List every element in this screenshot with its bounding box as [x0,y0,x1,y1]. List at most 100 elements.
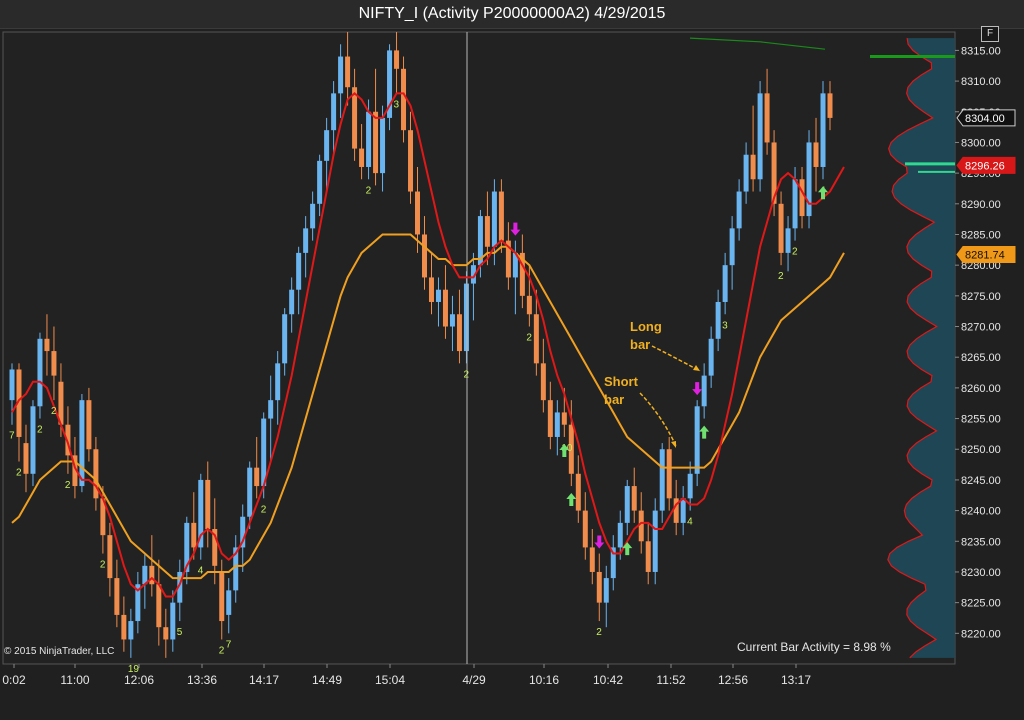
candle-body[interactable] [86,400,92,450]
candle-body[interactable] [463,283,469,352]
candle-body[interactable] [778,203,784,253]
candle-body[interactable] [226,590,232,615]
candle-body[interactable] [303,228,309,253]
candle-body[interactable] [428,277,434,302]
candle-body[interactable] [806,142,812,217]
count-label: 2 [778,271,784,282]
candle-body[interactable] [785,228,791,253]
candle-body[interactable] [827,93,833,118]
candle-body[interactable] [666,449,672,499]
candle-body[interactable] [345,56,351,88]
count-label: 2 [366,185,372,196]
candle-body[interactable] [792,179,798,229]
candle-body[interactable] [526,295,532,315]
candle-body[interactable] [533,314,539,364]
candle-body[interactable] [687,473,693,499]
candle-body[interactable] [331,93,337,131]
candle-body[interactable] [617,522,623,548]
candle-body[interactable] [219,571,225,622]
candle-body[interactable] [156,584,162,628]
candle-body[interactable] [764,93,770,143]
candle-body[interactable] [645,541,651,572]
candle-body[interactable] [701,375,707,407]
candle-body[interactable] [324,130,330,161]
candle-body[interactable] [491,191,497,247]
candle-body[interactable] [638,510,644,542]
candle-body[interactable] [729,228,735,266]
price-marker-label: 8304.00 [965,113,1005,125]
candle-body[interactable] [268,400,274,419]
candle-body[interactable] [261,418,267,487]
candle-body[interactable] [596,571,602,603]
candle-body[interactable] [736,191,742,229]
candle-body[interactable] [540,363,546,401]
candle-body[interactable] [394,50,400,69]
candle-body[interactable] [631,486,637,511]
candle-body[interactable] [282,314,288,364]
price-chart[interactable]: 7222221954272232210243224LongbarShortbar… [0,28,1024,720]
candle-body[interactable] [743,154,749,192]
y-tick-label: 8310.00 [961,76,1001,88]
candle-body[interactable] [401,68,407,131]
candle-body[interactable] [254,467,260,487]
candle-body[interactable] [708,338,714,376]
candle-body[interactable] [296,252,302,290]
candle-body[interactable] [547,400,553,437]
candle-body[interactable] [128,621,134,640]
candle-body[interactable] [498,191,504,241]
candle-body[interactable] [715,301,721,339]
candle-body[interactable] [289,289,295,315]
candle-body[interactable] [603,578,609,603]
candle-body[interactable] [37,338,43,407]
candle-body[interactable] [114,578,120,615]
candle-body[interactable] [338,56,344,94]
candle-body[interactable] [575,473,581,511]
candle-body[interactable] [352,87,358,149]
candle-body[interactable] [415,191,421,235]
candle-body[interactable] [9,369,15,401]
candle-body[interactable] [442,289,448,327]
candle-body[interactable] [149,565,155,585]
candle-body[interactable] [247,467,253,517]
candle-body[interactable] [366,111,372,167]
candle-body[interactable] [170,602,176,640]
candle-body[interactable] [582,510,588,548]
candle-body[interactable] [79,400,85,487]
candle-body[interactable] [421,234,427,278]
candle-body[interactable] [813,142,819,167]
candle-body[interactable] [820,93,826,167]
candle-body[interactable] [554,412,560,437]
candle-body[interactable] [44,338,50,352]
candle-body[interactable] [30,406,36,474]
candle-body[interactable] [435,289,441,302]
candle-body[interactable] [652,510,658,572]
candle-body[interactable] [680,498,686,523]
candle-body[interactable] [757,93,763,180]
candle-body[interactable] [51,351,57,376]
candle-body[interactable] [449,314,455,327]
candle-body[interactable] [163,627,169,640]
candle-body[interactable] [317,160,323,204]
f-button[interactable]: F [981,26,999,42]
candle-body[interactable] [750,154,756,180]
candle-body[interactable] [722,265,728,302]
candle-body[interactable] [23,443,29,474]
candle-body[interactable] [121,614,127,640]
candle-body[interactable] [589,547,595,572]
candle-body[interactable] [799,179,805,217]
candle-body[interactable] [359,148,365,167]
candle-body[interactable] [561,412,567,425]
candle-body[interactable] [275,363,281,401]
candle-body[interactable] [659,449,665,511]
candle-body[interactable] [624,486,630,523]
candle-body[interactable] [408,130,414,192]
candle-body[interactable] [191,522,197,548]
candle-body[interactable] [205,479,211,530]
candle-body[interactable] [456,314,462,352]
candle-body[interactable] [373,111,379,174]
candle-body[interactable] [484,216,490,247]
candle-body[interactable] [694,406,700,474]
candle-body[interactable] [107,535,113,579]
candle-body[interactable] [310,203,316,229]
candle-body[interactable] [380,117,386,174]
